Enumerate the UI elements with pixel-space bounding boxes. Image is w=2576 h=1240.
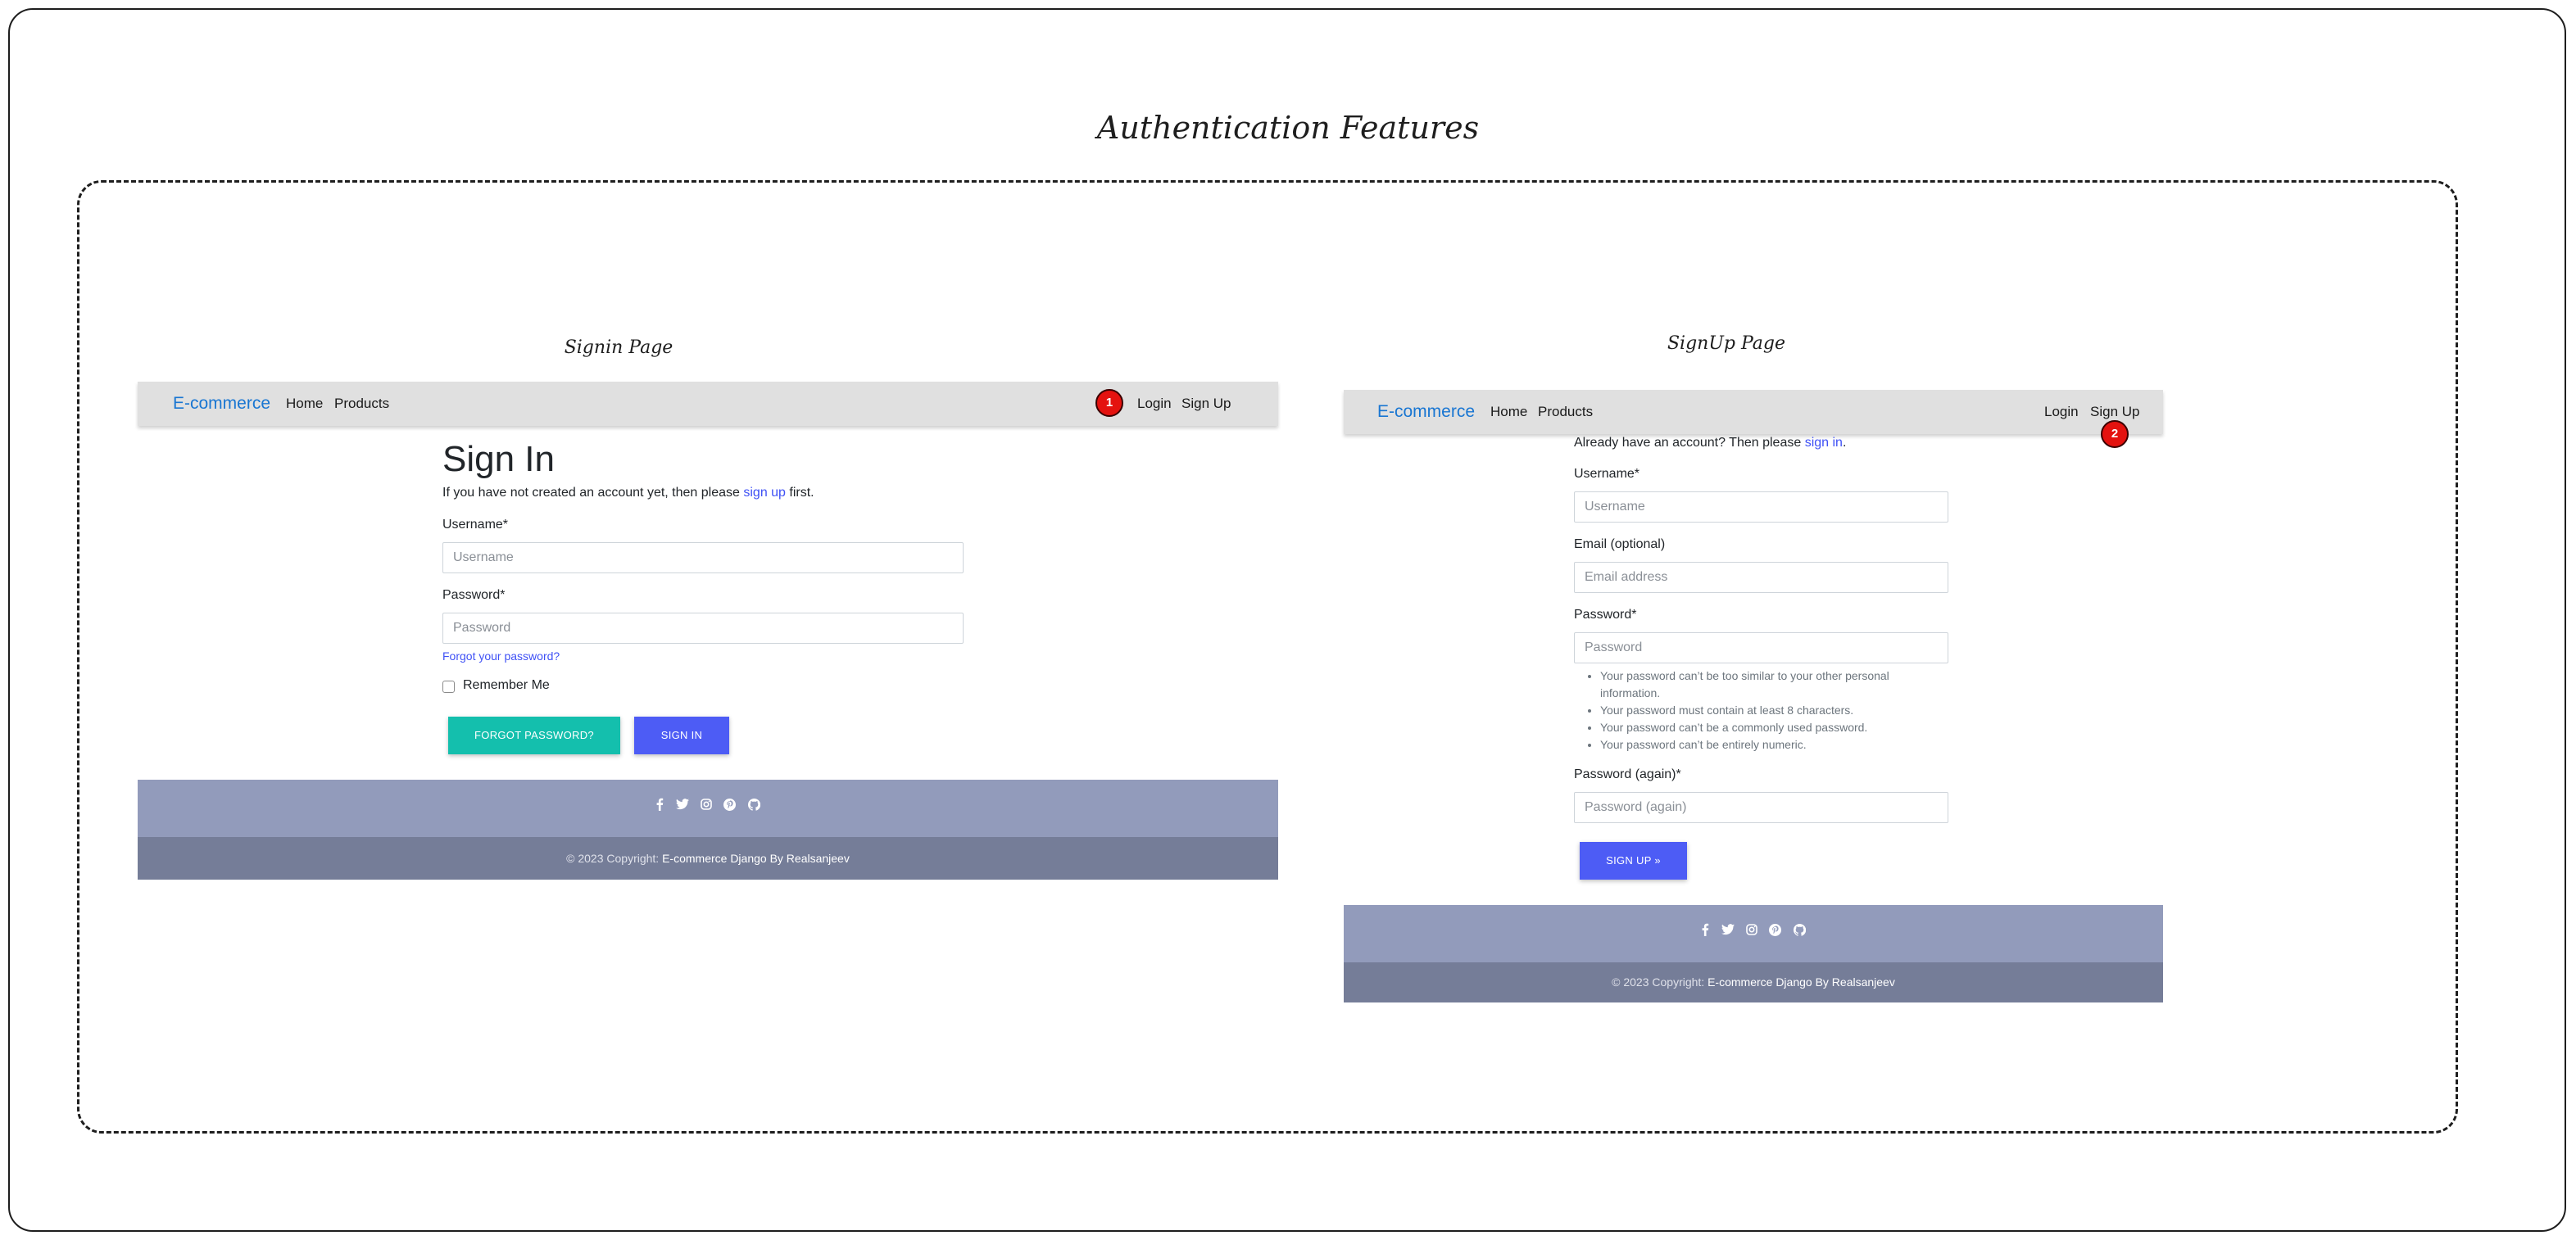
username-input[interactable] xyxy=(442,542,964,573)
footer-copyright: © 2023 Copyright: E-commerce Django By R… xyxy=(1344,962,2163,1002)
twitter-icon[interactable] xyxy=(675,799,689,814)
signup-mockup: E-commerce Home Products Login Sign Up 2… xyxy=(1344,390,2163,1002)
nav-home[interactable]: Home xyxy=(286,396,323,412)
username-label: Username* xyxy=(1574,467,1640,481)
signup-button[interactable]: SIGN UP » xyxy=(1580,842,1687,880)
copyright-link[interactable]: E-commerce Django By Realsanjeev xyxy=(1708,975,1895,989)
password2-label: Password (again)* xyxy=(1574,767,1681,781)
github-icon[interactable] xyxy=(747,798,761,815)
signin-button[interactable]: SIGN IN xyxy=(634,717,729,754)
password-input[interactable] xyxy=(442,613,964,644)
password-hint: Your password must contain at least 8 ch… xyxy=(1600,702,1952,719)
nav-signup[interactable]: Sign Up xyxy=(2090,404,2139,420)
brand-link[interactable]: E-commerce xyxy=(173,394,270,414)
nav-products[interactable]: Products xyxy=(334,396,389,412)
facebook-icon[interactable] xyxy=(655,798,664,815)
signup-caption: SignUp Page xyxy=(1667,333,1785,354)
signup-intro: Already have an account? Then please sig… xyxy=(1574,436,1847,450)
brand-link[interactable]: E-commerce xyxy=(1377,402,1475,422)
facebook-icon[interactable] xyxy=(1701,923,1709,940)
footer-copyright: © 2023 Copyright: E-commerce Django By R… xyxy=(138,837,1278,880)
pinterest-icon[interactable] xyxy=(1769,923,1782,940)
signup-link[interactable]: sign up xyxy=(743,486,786,500)
footer-social-bar xyxy=(1344,905,2163,962)
instagram-icon[interactable] xyxy=(701,799,712,814)
password2-input[interactable] xyxy=(1574,792,1948,823)
password-hint: Your password can’t be too similar to yo… xyxy=(1600,668,1952,702)
signin-link[interactable]: sign in xyxy=(1805,436,1843,450)
nav-products[interactable]: Products xyxy=(1538,404,1593,420)
username-label: Username* xyxy=(442,518,509,532)
github-icon[interactable] xyxy=(1793,923,1807,940)
email-input[interactable] xyxy=(1574,562,1948,593)
password-requirements: Your password can’t be too similar to yo… xyxy=(1600,668,1952,754)
username-input[interactable] xyxy=(1574,491,1948,523)
remember-checkbox[interactable] xyxy=(442,681,455,693)
password-label: Password* xyxy=(1574,608,1637,622)
signin-heading: Sign In xyxy=(442,439,555,479)
signup-navbar: E-commerce Home Products Login Sign Up xyxy=(1344,390,2163,434)
signin-caption: Signin Page xyxy=(564,337,673,358)
nav-signup[interactable]: Sign Up xyxy=(1181,396,1231,412)
signin-intro: If you have not created an account yet, … xyxy=(442,486,814,500)
signin-mockup: E-commerce Home Products Login Sign Up 1… xyxy=(138,382,1278,880)
instagram-icon[interactable] xyxy=(1746,924,1757,939)
password-input[interactable] xyxy=(1574,632,1948,663)
forgot-password-button[interactable]: FORGOT PASSWORD? xyxy=(448,717,620,754)
password-hint: Your password can’t be entirely numeric. xyxy=(1600,736,1952,754)
copyright-link[interactable]: E-commerce Django By Realsanjeev xyxy=(662,852,850,865)
signin-navbar: E-commerce Home Products Login Sign Up 1 xyxy=(138,382,1278,426)
nav-login[interactable]: Login xyxy=(1137,396,1172,412)
step-badge: 2 xyxy=(2101,420,2129,448)
page-title: Authentication Features xyxy=(1096,110,1480,146)
footer-social-bar xyxy=(138,780,1278,837)
step-badge: 1 xyxy=(1095,389,1123,417)
twitter-icon[interactable] xyxy=(1721,924,1735,939)
nav-login[interactable]: Login xyxy=(2044,404,2079,420)
nav-home[interactable]: Home xyxy=(1490,404,1527,420)
password-label: Password* xyxy=(442,588,506,602)
email-label: Email (optional) xyxy=(1574,537,1666,551)
pinterest-icon[interactable] xyxy=(723,798,737,815)
social-icons xyxy=(138,798,1278,815)
social-icons xyxy=(1344,923,2163,940)
password-hint: Your password can’t be a commonly used p… xyxy=(1600,719,1952,736)
remember-label: Remember Me xyxy=(463,678,550,692)
forgot-password-link[interactable]: Forgot your password? xyxy=(442,649,560,663)
